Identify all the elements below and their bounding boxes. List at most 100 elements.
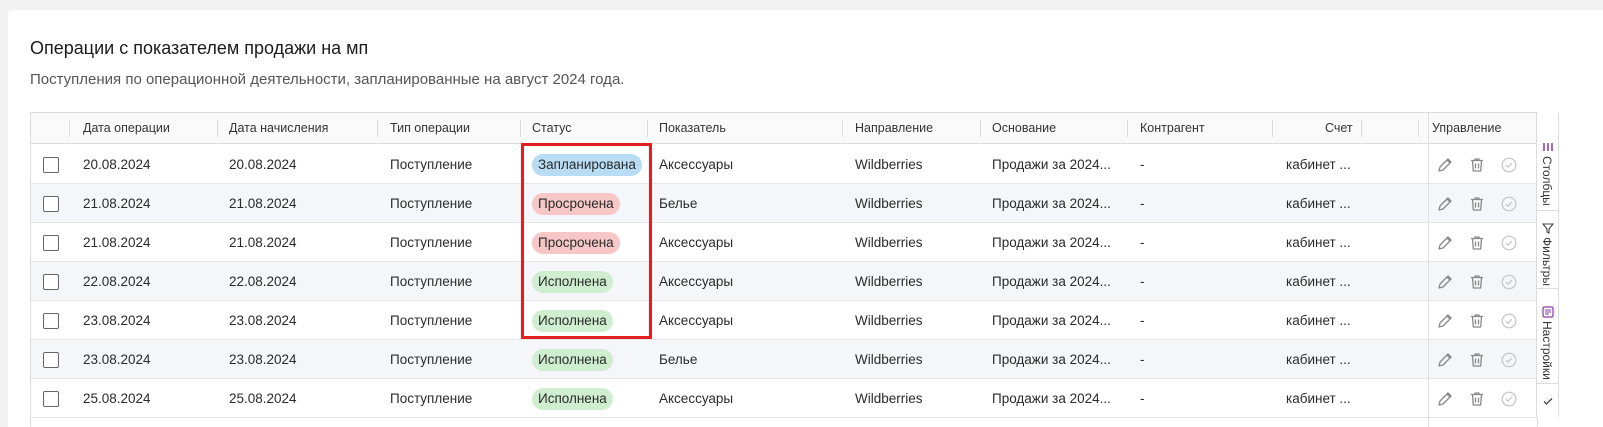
columns-icon xyxy=(1542,140,1554,152)
header-separator[interactable] xyxy=(377,120,378,137)
header-separator[interactable] xyxy=(1272,120,1273,137)
column-header[interactable]: Направление xyxy=(855,113,933,144)
trash-icon[interactable] xyxy=(1468,195,1486,213)
column-header[interactable]: Статус xyxy=(532,113,572,144)
header-separator[interactable] xyxy=(842,120,843,137)
cell-counterparty: - xyxy=(1140,352,1145,367)
cell-direction: Wildberries xyxy=(855,352,923,367)
header-separator[interactable] xyxy=(69,120,70,137)
cell-indicator: Белье xyxy=(659,352,698,367)
edit-icon[interactable] xyxy=(1436,351,1454,369)
table-row[interactable]: 25.08.2024 25.08.2024 Поступление Аксессуар… xyxy=(31,379,1537,418)
check-circle-icon[interactable] xyxy=(1500,351,1518,369)
row-checkbox[interactable] xyxy=(43,391,59,407)
cell-counterparty: - xyxy=(1140,235,1145,250)
operations-table: Дата операции Дата начисления Тип операции… xyxy=(30,112,1538,427)
cell-acc-date: 21.08.2024 xyxy=(229,235,297,250)
cell-type: Поступление xyxy=(390,313,473,328)
table-row[interactable]: 23.08.2024 23.08.2024 Поступление Белье Wild… xyxy=(31,340,1537,379)
trash-icon[interactable] xyxy=(1468,312,1486,330)
column-header[interactable]: Счет xyxy=(1325,113,1353,144)
row-checkbox[interactable] xyxy=(43,235,59,251)
edit-icon[interactable] xyxy=(1436,234,1454,252)
edit-icon[interactable] xyxy=(1436,312,1454,330)
side-tab-label: Настройки xyxy=(1540,321,1554,380)
cell-indicator: Аксессуары xyxy=(659,157,734,172)
table-row[interactable]: 23.08.2024 23.08.2024 Поступление Аксессуар… xyxy=(31,301,1537,340)
table-row[interactable]: 21.08.2024 21.08.2024 Поступление Аксессуар… xyxy=(31,223,1537,262)
check-circle-icon[interactable] xyxy=(1500,234,1518,252)
table-row[interactable]: 20.08.2024 20.08.2024 Поступление Аксессуар… xyxy=(31,145,1537,184)
cell-direction: Wildberries xyxy=(855,235,923,250)
check-circle-icon[interactable] xyxy=(1500,156,1518,174)
cell-account: кабинет ... xyxy=(1286,391,1351,406)
edit-icon[interactable] xyxy=(1436,156,1454,174)
filter-icon xyxy=(1541,221,1555,234)
cell-acc-date: 23.08.2024 xyxy=(229,352,297,367)
trash-icon[interactable] xyxy=(1468,390,1486,408)
trash-icon[interactable] xyxy=(1468,156,1486,174)
cell-type: Поступление xyxy=(390,157,473,172)
check-circle-icon[interactable] xyxy=(1500,195,1518,213)
edit-icon[interactable] xyxy=(1436,195,1454,213)
edit-icon[interactable] xyxy=(1436,390,1454,408)
check-circle-icon[interactable] xyxy=(1500,390,1518,408)
row-checkbox[interactable] xyxy=(43,352,59,368)
header-separator[interactable] xyxy=(980,120,981,137)
side-tab-more[interactable] xyxy=(1537,384,1559,417)
cell-indicator: Аксессуары xyxy=(659,313,734,328)
cell-acc-date: 22.08.2024 xyxy=(229,274,297,289)
side-panel: Столбцы Фильтры Настройки xyxy=(1536,113,1595,417)
header-separator[interactable] xyxy=(520,120,521,137)
cell-account: кабинет ... xyxy=(1286,196,1351,211)
column-header[interactable]: Дата начисления xyxy=(229,113,328,144)
cell-type: Поступление xyxy=(390,196,473,211)
row-checkbox[interactable] xyxy=(43,274,59,290)
column-header[interactable]: Тип операции xyxy=(390,113,470,144)
cell-account: кабинет ... xyxy=(1286,313,1351,328)
cell-acc-date: 20.08.2024 xyxy=(229,157,297,172)
column-header[interactable]: Дата операции xyxy=(83,113,170,144)
settings-icon xyxy=(1542,305,1554,318)
cell-type: Поступление xyxy=(390,352,473,367)
check-circle-icon[interactable] xyxy=(1500,273,1518,291)
cell-op-date: 20.08.2024 xyxy=(83,157,151,172)
side-tab-settings[interactable]: Настройки xyxy=(1537,289,1559,384)
cell-basis: Продажи за 2024... xyxy=(992,157,1111,172)
column-header[interactable]: Основание xyxy=(992,113,1056,144)
header-separator[interactable] xyxy=(1127,120,1128,137)
check-circle-icon[interactable] xyxy=(1500,312,1518,330)
page-title: Операции с показателем продажи на мп xyxy=(30,38,369,58)
edit-icon[interactable] xyxy=(1436,273,1454,291)
row-checkbox[interactable] xyxy=(43,157,59,173)
cell-basis: Продажи за 2024... xyxy=(992,235,1111,250)
row-checkbox[interactable] xyxy=(43,196,59,212)
header-separator[interactable] xyxy=(1361,120,1362,137)
cell-account: кабинет ... xyxy=(1286,352,1351,367)
status-highlight-frame xyxy=(521,143,652,339)
table-row[interactable]: 21.08.2024 21.08.2024 Поступление Белье Wild… xyxy=(31,184,1537,223)
column-header[interactable]: Контрагент xyxy=(1140,113,1205,144)
row-checkbox[interactable] xyxy=(43,313,59,329)
cell-basis: Продажи за 2024... xyxy=(992,352,1111,367)
management-column-divider xyxy=(1428,113,1429,427)
table-header: Дата операции Дата начисления Тип операции… xyxy=(31,113,1537,144)
status-badge: Исполнена xyxy=(532,349,613,371)
trash-icon[interactable] xyxy=(1468,234,1486,252)
header-separator[interactable] xyxy=(1418,120,1419,137)
column-header[interactable]: Управление xyxy=(1432,113,1502,144)
header-separator[interactable] xyxy=(647,120,648,137)
cell-account: кабинет ... xyxy=(1286,157,1351,172)
trash-icon[interactable] xyxy=(1468,273,1486,291)
cell-indicator: Белье xyxy=(659,196,698,211)
trash-icon[interactable] xyxy=(1468,351,1486,369)
table-row[interactable]: 22.08.2024 22.08.2024 Поступление Аксессуар… xyxy=(31,262,1537,301)
header-separator[interactable] xyxy=(217,120,218,137)
side-tab-columns[interactable]: Столбцы xyxy=(1537,113,1559,211)
cell-type: Поступление xyxy=(390,235,473,250)
cell-counterparty: - xyxy=(1140,391,1145,406)
column-header[interactable]: Показатель xyxy=(659,113,726,144)
cell-indicator: Аксессуары xyxy=(659,274,734,289)
status-badge: Исполнена xyxy=(532,388,613,410)
side-tab-filters[interactable]: Фильтры xyxy=(1537,211,1559,289)
